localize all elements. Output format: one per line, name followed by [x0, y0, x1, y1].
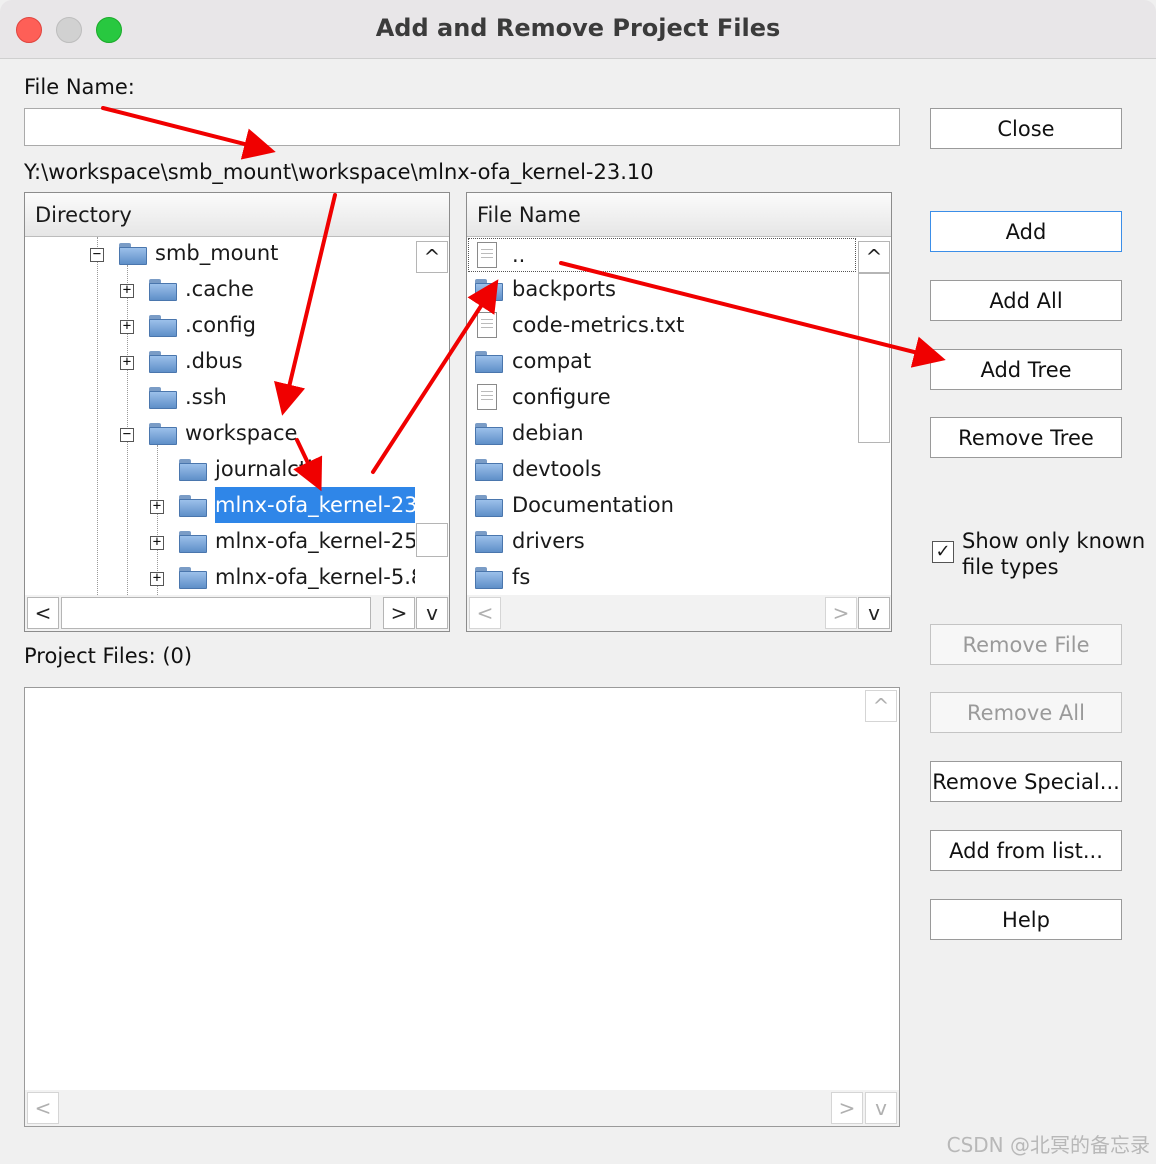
annotation-arrows — [101, 106, 946, 492]
arrow-path-to-workspace — [274, 193, 337, 416]
arrow-parent-to-add-tree — [559, 261, 946, 368]
watermark: CSDN @北冥的备忘录 — [946, 1133, 1150, 1157]
arrow-file-name-to-path — [101, 106, 276, 160]
arrow-workspace-to-kernel — [293, 438, 323, 492]
arrow-kernel-to-file-list — [371, 279, 499, 474]
